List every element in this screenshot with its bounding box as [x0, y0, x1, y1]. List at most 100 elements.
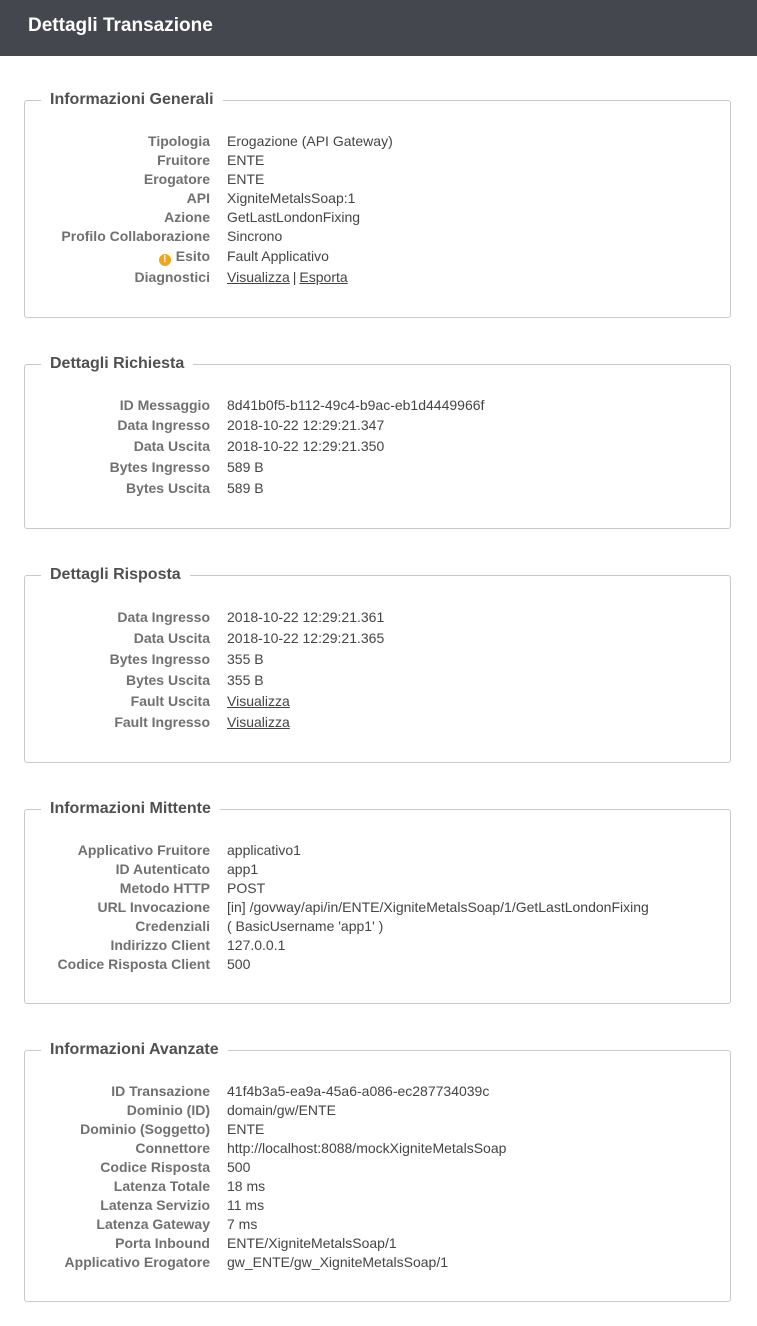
field-value: 18 ms	[227, 1178, 266, 1194]
row-azione: Azione GetLastLondonFixing	[25, 208, 730, 227]
section-title: Informazioni Generali	[41, 89, 223, 111]
section-dettagli-richiesta: Dettagli Richiesta ID Messaggio 8d41b0f5…	[24, 353, 731, 529]
field-label: Codice Risposta Client	[57, 956, 210, 972]
field-label: Data Uscita	[133, 438, 210, 454]
field-label: Diagnostici	[134, 269, 210, 285]
field-label: ID Autenticato	[115, 861, 210, 877]
field-label: Bytes Ingresso	[109, 651, 210, 667]
row-id-transazione: ID Transazione 41f4b3a5-ea9a-45a6-a086-e…	[25, 1082, 730, 1101]
section-informazioni-generali: Informazioni Generali Tipologia Erogazio…	[24, 89, 731, 318]
field-value: Fault Applicativo	[227, 248, 329, 264]
row-tipologia: Tipologia Erogazione (API Gateway)	[25, 132, 730, 151]
field-label: ! Esito	[158, 247, 210, 266]
row-credenziali: Credenziali ( BasicUsername 'app1' )	[25, 917, 730, 936]
field-label: Erogatore	[143, 171, 210, 187]
row-indirizzo-client: Indirizzo Client 127.0.0.1	[25, 936, 730, 955]
row-metodo-http: Metodo HTTP POST	[25, 879, 730, 898]
row-profilo-collaborazione: Profilo Collaborazione Sincrono	[25, 227, 730, 246]
field-label: Applicativo Erogatore	[64, 1254, 210, 1270]
field-label: Data Ingresso	[117, 417, 210, 433]
field-label: Data Ingresso	[117, 609, 210, 625]
field-value: 2018-10-22 12:29:21.347	[227, 417, 385, 433]
section-title: Informazioni Mittente	[41, 798, 220, 820]
field-label: ID Messaggio	[119, 397, 210, 413]
esito-label: Esito	[175, 248, 210, 264]
row-data-ingresso: Data Ingresso 2018-10-22 12:29:21.347	[25, 416, 730, 435]
field-label: Fruitore	[157, 152, 210, 168]
row-applicativo-fruitore: Applicativo Fruitore applicativo1	[25, 841, 730, 860]
field-value: 500	[227, 1159, 251, 1175]
field-value: 11 ms	[227, 1197, 265, 1213]
field-value: http://localhost:8088/mockXigniteMetalsS…	[227, 1140, 507, 1156]
row-latenza-servizio: Latenza Servizio 11 ms	[25, 1196, 730, 1215]
field-value: ENTE	[227, 152, 265, 168]
field-value: domain/gw/ENTE	[227, 1102, 336, 1118]
field-label: ID Transazione	[111, 1083, 210, 1099]
row-dominio-id: Dominio (ID) domain/gw/ENTE	[25, 1101, 730, 1120]
field-label: Codice Risposta	[100, 1159, 210, 1175]
field-value: ENTE/XigniteMetalsSoap/1	[227, 1235, 397, 1251]
field-label: Porta Inbound	[115, 1235, 210, 1251]
section-title: Dettagli Risposta	[41, 564, 190, 586]
field-label: Connettore	[135, 1140, 210, 1156]
row-data-ingresso: Data Ingresso 2018-10-22 12:29:21.361	[25, 608, 730, 627]
row-codice-risposta: Codice Risposta 500	[25, 1158, 730, 1177]
fault-ingresso-visualizza-link[interactable]: Visualizza	[227, 714, 290, 730]
field-label: Bytes Uscita	[125, 672, 210, 688]
field-value: XigniteMetalsSoap:1	[227, 190, 356, 206]
field-label: Bytes Uscita	[125, 480, 210, 496]
field-value: Visualizza	[227, 692, 290, 711]
field-value: 2018-10-22 12:29:21.365	[227, 630, 385, 646]
field-label: URL Invocazione	[97, 899, 210, 915]
field-label: Credenziali	[135, 918, 210, 934]
top-bar: Dettagli Transazione	[0, 0, 757, 56]
field-value: ( BasicUsername 'app1' )	[227, 918, 384, 934]
field-value: 589 B	[227, 480, 264, 496]
field-label: Profilo Collaborazione	[61, 228, 210, 244]
field-value: 41f4b3a5-ea9a-45a6-a086-ec287734039c	[227, 1083, 490, 1099]
field-label: Latenza Totale	[113, 1178, 210, 1194]
field-label: Metodo HTTP	[119, 880, 210, 896]
row-connettore: Connettore http://localhost:8088/mockXig…	[25, 1139, 730, 1158]
field-label: Bytes Ingresso	[109, 459, 210, 475]
field-value: 7 ms	[227, 1216, 258, 1232]
field-value: Erogazione (API Gateway)	[227, 133, 393, 149]
field-label: Tipologia	[148, 133, 210, 149]
row-id-autenticato: ID Autenticato app1	[25, 860, 730, 879]
section-informazioni-avanzate: Informazioni Avanzate ID Transazione 41f…	[24, 1039, 731, 1302]
field-value: ENTE	[227, 171, 265, 187]
row-applicativo-erogatore: Applicativo Erogatore gw_ENTE/gw_Xignite…	[25, 1253, 730, 1272]
section-title: Informazioni Avanzate	[41, 1039, 228, 1061]
row-codice-risposta-client: Codice Risposta Client 500	[25, 955, 730, 974]
field-value: Sincrono	[227, 228, 283, 244]
row-bytes-uscita: Bytes Uscita 355 B	[25, 671, 730, 690]
field-value: 589 B	[227, 459, 264, 475]
field-label: Indirizzo Client	[110, 937, 210, 953]
field-value: 500	[227, 956, 251, 972]
section-title: Dettagli Richiesta	[41, 353, 194, 375]
page-title: Dettagli Transazione	[28, 15, 213, 36]
row-api: API XigniteMetalsSoap:1	[25, 189, 730, 208]
field-value: 127.0.0.1	[227, 937, 286, 953]
field-label: Azione	[164, 209, 210, 225]
field-label: Applicativo Fruitore	[77, 842, 210, 858]
link-separator: |	[292, 269, 297, 285]
field-value: 8d41b0f5-b112-49c4-b9ac-eb1d4449966f	[227, 397, 485, 413]
row-diagnostici: Diagnostici Visualizza | Esporta	[25, 268, 730, 287]
fault-uscita-visualizza-link[interactable]: Visualizza	[227, 693, 290, 709]
row-erogatore: Erogatore ENTE	[25, 170, 730, 189]
row-porta-inbound: Porta Inbound ENTE/XigniteMetalsSoap/1	[25, 1234, 730, 1253]
diagnostici-esporta-link[interactable]: Esporta	[299, 269, 347, 285]
diagnostici-visualizza-link[interactable]: Visualizza	[227, 269, 290, 285]
field-label: Dominio (Soggetto)	[80, 1121, 210, 1137]
field-label: Latenza Gateway	[96, 1216, 210, 1232]
row-fault-uscita: Fault Uscita Visualizza	[25, 692, 730, 711]
section-informazioni-mittente: Informazioni Mittente Applicativo Fruito…	[24, 798, 731, 1004]
field-label: Fault Uscita	[130, 693, 210, 709]
warning-icon: !	[158, 254, 171, 266]
field-value: POST	[227, 880, 266, 896]
row-latenza-gateway: Latenza Gateway 7 ms	[25, 1215, 730, 1234]
field-value: app1	[227, 861, 259, 877]
row-bytes-ingresso: Bytes Ingresso 589 B	[25, 458, 730, 477]
field-value: 2018-10-22 12:29:21.350	[227, 438, 385, 454]
